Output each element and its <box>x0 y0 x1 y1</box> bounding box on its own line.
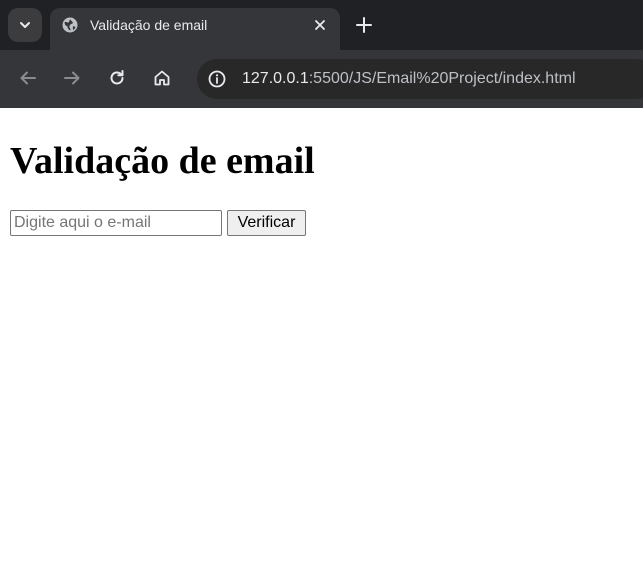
globe-icon <box>62 17 78 33</box>
reload-button[interactable] <box>106 67 128 89</box>
info-icon[interactable] <box>207 69 227 89</box>
email-input[interactable] <box>10 210 222 236</box>
page-content: Validação de email Verificar <box>0 108 643 586</box>
close-icon[interactable] <box>312 17 328 33</box>
chevron-down-icon <box>20 22 30 28</box>
page-title: Validação de email <box>10 140 315 182</box>
tab-title: Validação de email <box>90 17 208 33</box>
home-button[interactable] <box>151 67 173 89</box>
browser-toolbar: 127.0.0.1:5500/JS/Email%20Project/index.… <box>0 50 643 108</box>
reload-icon <box>110 70 124 85</box>
browser-tab-active[interactable]: Validação de email <box>50 8 340 50</box>
tab-search-button[interactable] <box>8 8 42 42</box>
url-path: :5500/JS/Email%20Project/index.html <box>308 70 576 87</box>
plus-icon[interactable] <box>354 15 374 35</box>
browser-tab-strip: Validação de email <box>0 0 643 50</box>
url-text[interactable]: 127.0.0.1:5500/JS/Email%20Project/index.… <box>242 69 576 89</box>
verify-button[interactable]: Verificar <box>227 210 306 236</box>
address-bar[interactable]: 127.0.0.1:5500/JS/Email%20Project/index.… <box>197 59 643 99</box>
arrow-left-icon <box>20 71 36 85</box>
forward-button[interactable] <box>61 67 83 89</box>
arrow-right-icon <box>64 71 80 85</box>
back-button[interactable] <box>17 67 39 89</box>
home-icon <box>154 70 170 86</box>
url-host: 127.0.0.1 <box>242 70 309 87</box>
